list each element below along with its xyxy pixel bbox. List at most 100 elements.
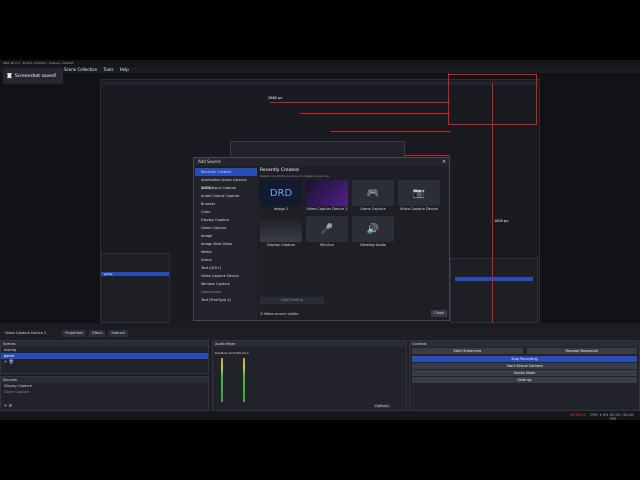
source-type-item[interactable]: Browser [195,200,257,208]
source-tile-label: Video Capture Device 2 [306,207,348,211]
source-type-item[interactable]: Color [195,208,257,216]
annotation-line [405,155,450,156]
source-type-item[interactable]: Display Capture [195,216,257,224]
scene-toolbar: + 🗑 [1,359,208,365]
source-type-item[interactable]: Image [195,232,257,240]
recent-source-tile[interactable]: Video Capture Device 2 [306,180,348,216]
interact-button[interactable]: Interact [108,330,129,337]
source-thumbnail: 🎮 [352,180,394,206]
nested-menu [100,81,540,85]
recent-source-tile[interactable]: 🎤 Mic/Aux [306,216,348,252]
nested-controls [450,258,538,323]
recent-source-tile[interactable]: DRD Image 2 [260,180,302,216]
make-visible-checkbox[interactable]: ☑ Make source visible [260,312,299,316]
deprecated-header: Deprecated [201,290,222,294]
source-type-item[interactable]: Text (FreeType 2) [195,296,257,304]
source-type-list: Recently Created Application Audio Captur… [195,168,257,320]
source-tile-label: Image 2 [273,207,289,211]
height-label: 1620 px [494,219,509,223]
add-source-dialog: Add Source × Recently Created Application… [193,157,450,321]
status-bar: 00:00:41 CPU: 1.9% 60.00 / 60.00 FPS [0,411,640,421]
scenes-dock: Scenes testing game + 🗑 [0,340,209,374]
source-type-item[interactable]: Game Capture [195,224,257,232]
controls-dock: Controls Start Streaming Manage Broadcast… [409,340,640,411]
source-tile-label: Display Capture [267,243,295,247]
options-button[interactable]: Options [373,404,391,408]
make-visible-label: Make source visible [264,312,299,316]
source-thumbnail: 🎤 [306,216,348,242]
volume-meter [243,358,245,402]
source-thumbnail [260,216,302,242]
title-bar: OBS 30.2.3 - Profile: Untitled - Scenes:… [0,60,640,67]
audio-mixer-dock: Audio Mixer Desktop Audio Mic/Aux Option… [212,340,407,411]
remove-icon[interactable]: 🗑 [9,359,14,364]
annotation-line [536,74,537,125]
source-tile-label: Game Capture [360,207,386,211]
menu-scene-collection[interactable]: Scene Collection [64,67,97,72]
screenshot-toast: ◙ Screenshot saved! [3,68,63,84]
source-type-item[interactable]: Media [195,248,257,256]
filters-button[interactable]: Filters [88,330,106,337]
window-title: OBS 30.2.3 - Profile: Untitled - Scenes:… [3,61,74,65]
settings-button[interactable]: Settings [412,377,637,383]
recent-source-tile[interactable]: 🎮 Game Capture [352,180,394,216]
section-title: Recently Created [260,168,299,173]
mixer-ch1-label: Desktop Audio [215,351,237,355]
annotation-line [270,102,450,103]
mixer-ch2-label: Mic/Aux [237,351,249,355]
width-label: 2880 px [268,96,283,100]
recent-source-tile[interactable]: 📷 Video Capture Device [398,180,440,216]
mixer-title: Audio Mixer [213,341,406,347]
annotation-line [448,73,449,125]
source-type-item[interactable]: Text (GDI+) [195,264,257,272]
close-icon[interactable]: × [442,159,446,165]
toast-text: Screenshot saved! [14,73,57,79]
recent-source-tile[interactable]: Display Capture [260,216,302,252]
menu-tools[interactable]: Tools [104,67,114,72]
dialog-title: Add Source [194,158,449,166]
start-streaming-button[interactable]: Start Streaming [412,348,523,354]
menu-help[interactable]: Help [120,67,129,72]
source-type-item[interactable]: Recently Created [195,168,257,176]
source-item[interactable]: Game Capture [1,389,208,395]
source-type-item[interactable]: Window Capture [195,280,257,288]
camera-icon: ◙ [7,73,12,79]
section-hint: Select one of the sources or create a ne… [260,174,329,178]
active-source-name: Video Capture Device 2 [5,331,47,335]
gear-icon[interactable]: ⚙ [9,403,13,408]
source-type-item[interactable]: Video Capture Device [195,272,257,280]
sources-dock: Sources Display Capture Game Capture + ⚙ [0,376,209,411]
source-tile-label: Video Capture Device [400,207,438,211]
source-type-item[interactable]: Audio Output Capture [195,192,257,200]
recent-source-tile[interactable]: 🔊 Desktop Audio [352,216,394,252]
nested-scenes: game [100,253,170,323]
source-thumbnail [306,180,348,206]
cpu-usage: CPU: 1.9% [590,413,609,417]
source-thumbnail: DRD [260,180,302,206]
rec-time: 00:00:41 [570,413,586,417]
source-type-item[interactable]: Image Slide Show [195,240,257,248]
manage-broadcast-button[interactable]: Manage Broadcast [526,348,637,354]
add-icon[interactable]: + [4,359,7,364]
add-icon[interactable]: + [4,403,7,408]
close-button[interactable]: Close [431,310,447,317]
source-thumbnail: 🔊 [352,216,394,242]
source-toolbar-buttons: + ⚙ [1,403,208,409]
source-toolbar [0,323,640,330]
stop-recording-button[interactable]: Stop Recording [412,356,637,362]
studio-mode-button[interactable]: Studio Mode [412,370,637,376]
source-tabs: Video Capture Device 2 Properties Filter… [2,330,640,337]
source-type-item[interactable]: Scene [195,256,257,264]
annotation-line [300,113,450,114]
source-thumbnail: 📷 [398,180,440,206]
annotation-line [492,83,493,323]
source-type-item[interactable]: Application Audio Capture (BETA) [195,176,257,190]
source-type-item[interactable]: Audio Input Capture [195,184,257,192]
properties-button[interactable]: Properties [62,330,86,337]
add-existing-button[interactable]: Add Existing [260,297,324,304]
fps-readout: 60.00 / 60.00 FPS [610,413,634,421]
volume-meter [221,358,223,402]
recent-sources-grid: DRD Image 2 Video Capture Device 2 🎮 Game Ca… [260,180,446,290]
virtual-camera-button[interactable]: Start Virtual Camera [412,363,637,369]
annotation-line [448,74,536,75]
